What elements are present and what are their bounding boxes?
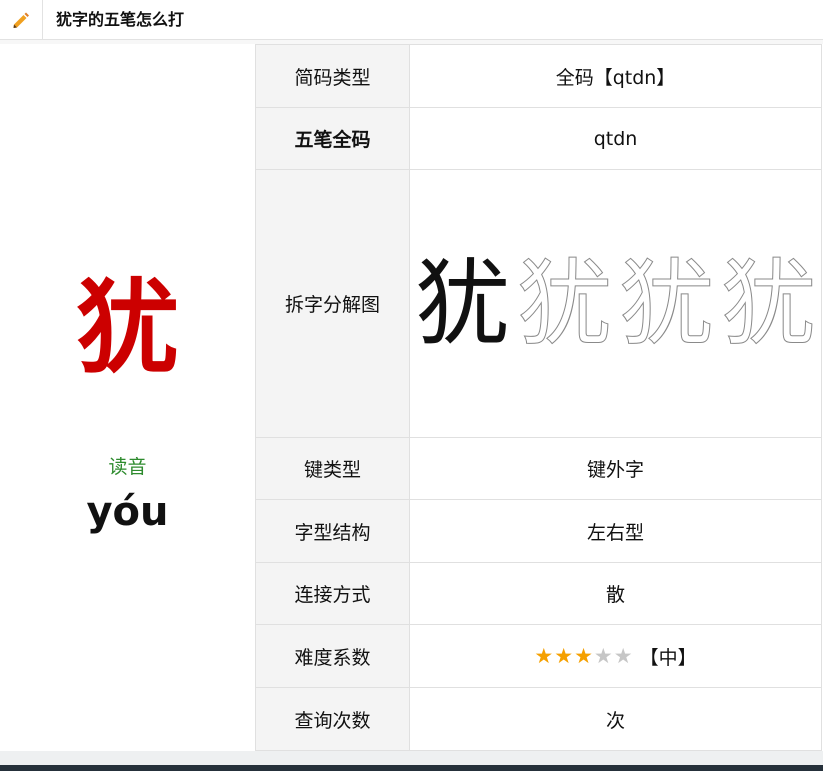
table-row: 简码类型 全码【qtdn】 <box>255 44 822 108</box>
page-header: 犹字的五笔怎么打 <box>0 0 823 40</box>
decomp-glyph-2: 犹 <box>516 247 613 360</box>
table-row: 拆字分解图 犹 犹 犹 犹 <box>255 169 822 438</box>
pinyin-text: yóu <box>86 489 169 535</box>
decomposition-cell: 犹 犹 犹 犹 <box>409 169 822 438</box>
row-key-key-type: 键类型 <box>255 437 410 500</box>
big-character: 犹 <box>75 267 180 389</box>
row-value-query-count: 次 <box>409 687 822 751</box>
star-empty-icon: ★ <box>593 643 613 668</box>
row-value-structure: 左右型 <box>409 499 822 563</box>
decomp-glyph-4: 犹 <box>720 247 817 360</box>
star-filled-icon: ★ <box>574 643 593 668</box>
decomposition-image: 犹 犹 犹 犹 <box>410 247 821 360</box>
row-key-query-count: 查询次数 <box>255 687 410 751</box>
row-key-code-type: 简码类型 <box>255 44 410 108</box>
table-row: 难度系数 ★ ★ ★ ★ ★ 【中】 <box>255 624 822 688</box>
decomp-glyph-1: 犹 <box>414 247 511 360</box>
character-panel: 犹 读音 yóu <box>0 44 255 749</box>
wubi-info-table: 简码类型 全码【qtdn】 五笔全码 qtdn 拆字分解图 犹 犹 犹 犹 键类… <box>255 44 822 751</box>
row-value-key-type: 键外字 <box>409 437 822 500</box>
pencil-icon <box>13 12 29 28</box>
row-key-decomposition: 拆字分解图 <box>255 169 410 438</box>
row-key-difficulty: 难度系数 <box>255 624 410 688</box>
difficulty-stars: ★ ★ ★ ★ ★ <box>534 643 633 668</box>
reading-label: 读音 <box>108 456 147 478</box>
difficulty-text: 【中】 <box>639 646 697 669</box>
row-value-full-code: qtdn <box>409 107 822 170</box>
table-row: 字型结构 左右型 <box>255 499 822 563</box>
row-value-connection: 散 <box>409 562 822 625</box>
star-empty-icon: ★ <box>613 643 633 668</box>
row-key-structure: 字型结构 <box>255 499 410 563</box>
page-title: 犹字的五笔怎么打 <box>56 10 185 29</box>
row-key-full-code: 五笔全码 <box>255 107 410 170</box>
star-filled-icon: ★ <box>534 643 554 668</box>
row-key-connection: 连接方式 <box>255 562 410 625</box>
star-filled-icon: ★ <box>554 643 574 668</box>
footer-divider <box>0 751 823 765</box>
table-row: 查询次数 次 <box>255 687 822 751</box>
edit-icon-box <box>0 0 43 40</box>
footer-bar <box>0 765 823 771</box>
table-row: 键类型 键外字 <box>255 437 822 500</box>
row-value-difficulty: ★ ★ ★ ★ ★ 【中】 <box>409 624 822 688</box>
table-row: 连接方式 散 <box>255 562 822 625</box>
row-value-code-type: 全码【qtdn】 <box>409 44 822 108</box>
decomp-glyph-3: 犹 <box>618 247 715 360</box>
table-row: 五笔全码 qtdn <box>255 107 822 170</box>
